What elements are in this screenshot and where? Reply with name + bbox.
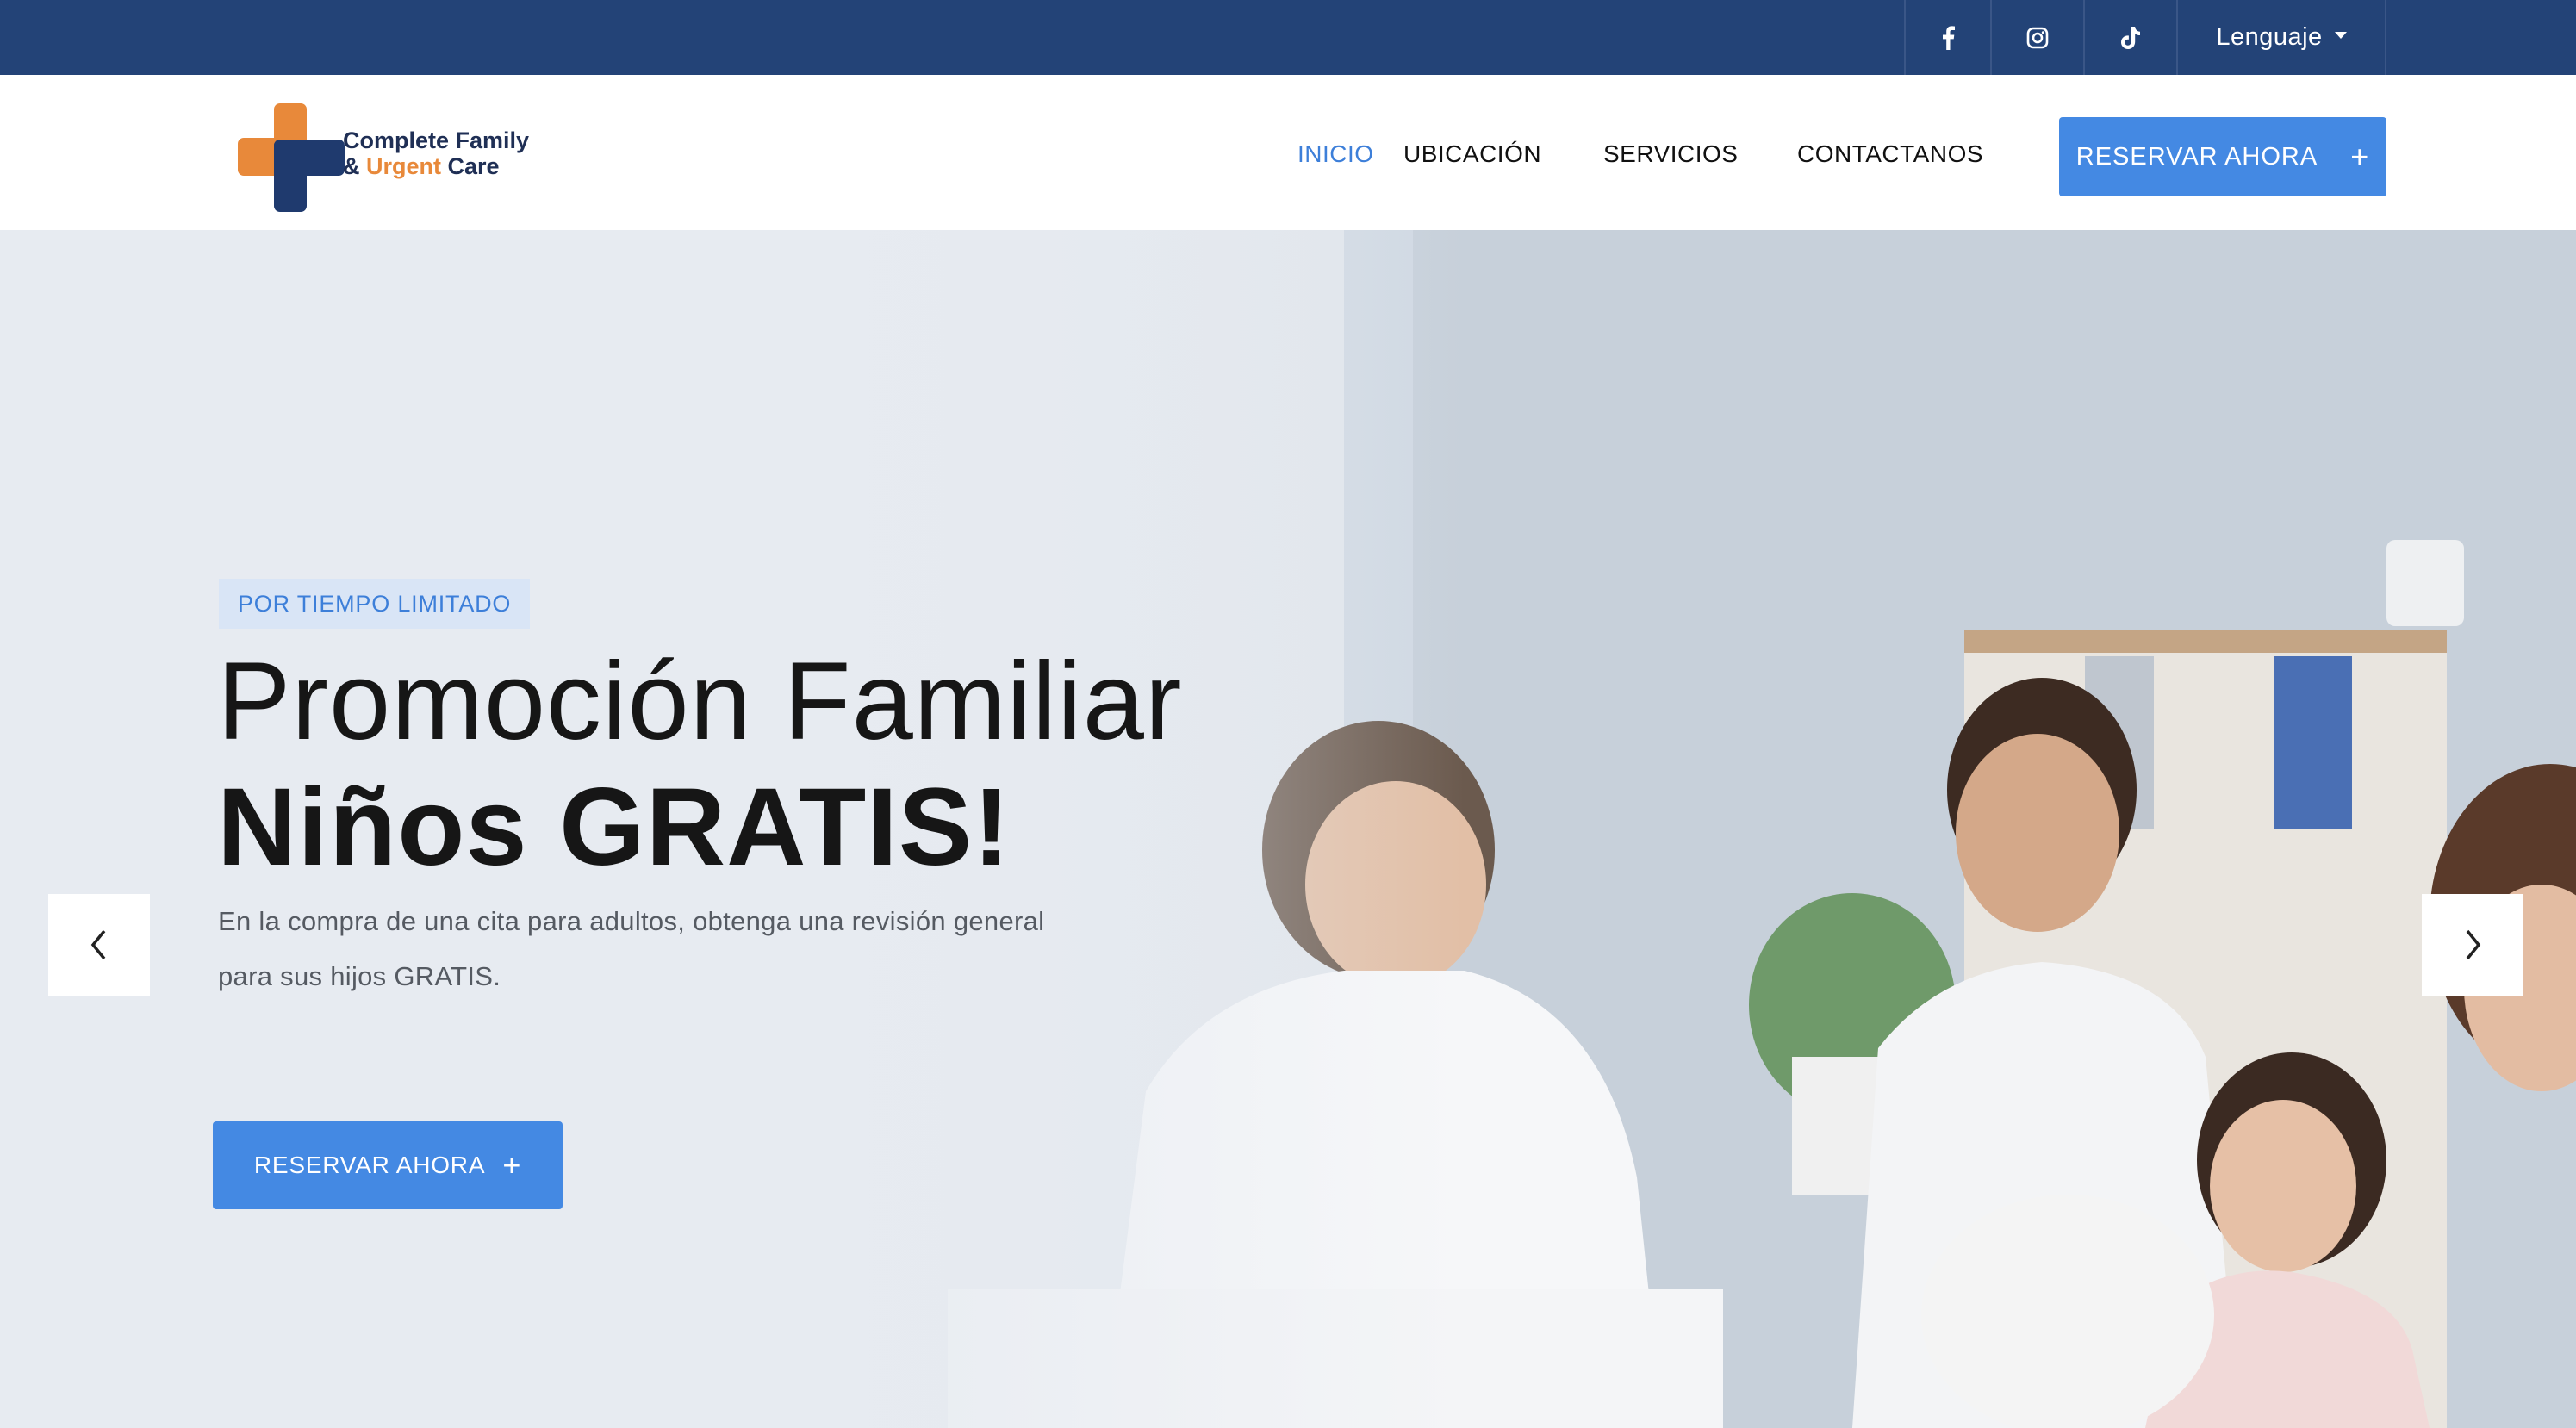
reserve-now-label: RESERVAR AHORA <box>2075 142 2318 171</box>
hero-title-line1: Promoción Familiar <box>217 640 1183 763</box>
facebook-icon <box>1943 25 1955 50</box>
facebook-link[interactable] <box>1904 0 1990 75</box>
language-label: Lenguaje <box>2216 23 2323 51</box>
top-bar: Lenguaje <box>0 0 2576 75</box>
chevron-right-icon <box>2466 929 2481 960</box>
hero-reserve-button[interactable]: RESERVAR AHORA + <box>213 1121 563 1209</box>
reserve-now-button[interactable]: RESERVAR AHORA + <box>2059 117 2386 196</box>
hero-reserve-label: RESERVAR AHORA <box>253 1152 486 1178</box>
instagram-link[interactable] <box>1990 0 2083 75</box>
hero-title: Promoción Familiar Niños GRATIS! <box>217 639 1183 891</box>
chevron-left-icon <box>90 929 106 960</box>
logo-line2: & Urgent Care <box>343 153 500 179</box>
language-dropdown[interactable]: Lenguaje <box>2176 0 2386 75</box>
caret-down-icon <box>2334 31 2347 39</box>
hero-description: En la compra de una cita para adultos, o… <box>218 906 1045 991</box>
tiktok-icon <box>2121 26 2140 49</box>
nav-inicio[interactable]: INICIO <box>1297 140 1374 168</box>
hero-title-line2: Niños GRATIS! <box>217 766 1011 889</box>
logo-line1: Complete Family <box>343 127 530 153</box>
nav-ubicacion[interactable]: UBICACIÓN <box>1403 140 1541 168</box>
logo-text[interactable]: Complete Family & Urgent Care <box>343 127 529 179</box>
nav-contactanos[interactable]: CONTACTANOS <box>1797 140 1983 168</box>
tiktok-link[interactable] <box>2083 0 2176 75</box>
slider-next-button[interactable] <box>2422 894 2523 996</box>
plus-icon: + <box>502 1147 522 1183</box>
limited-time-badge: POR TIEMPO LIMITADO <box>219 579 531 629</box>
nav-servicios[interactable]: SERVICIOS <box>1603 140 1738 168</box>
plus-icon: + <box>2350 139 2370 174</box>
instagram-icon <box>2026 27 2049 48</box>
slider-prev-button[interactable] <box>48 894 150 996</box>
